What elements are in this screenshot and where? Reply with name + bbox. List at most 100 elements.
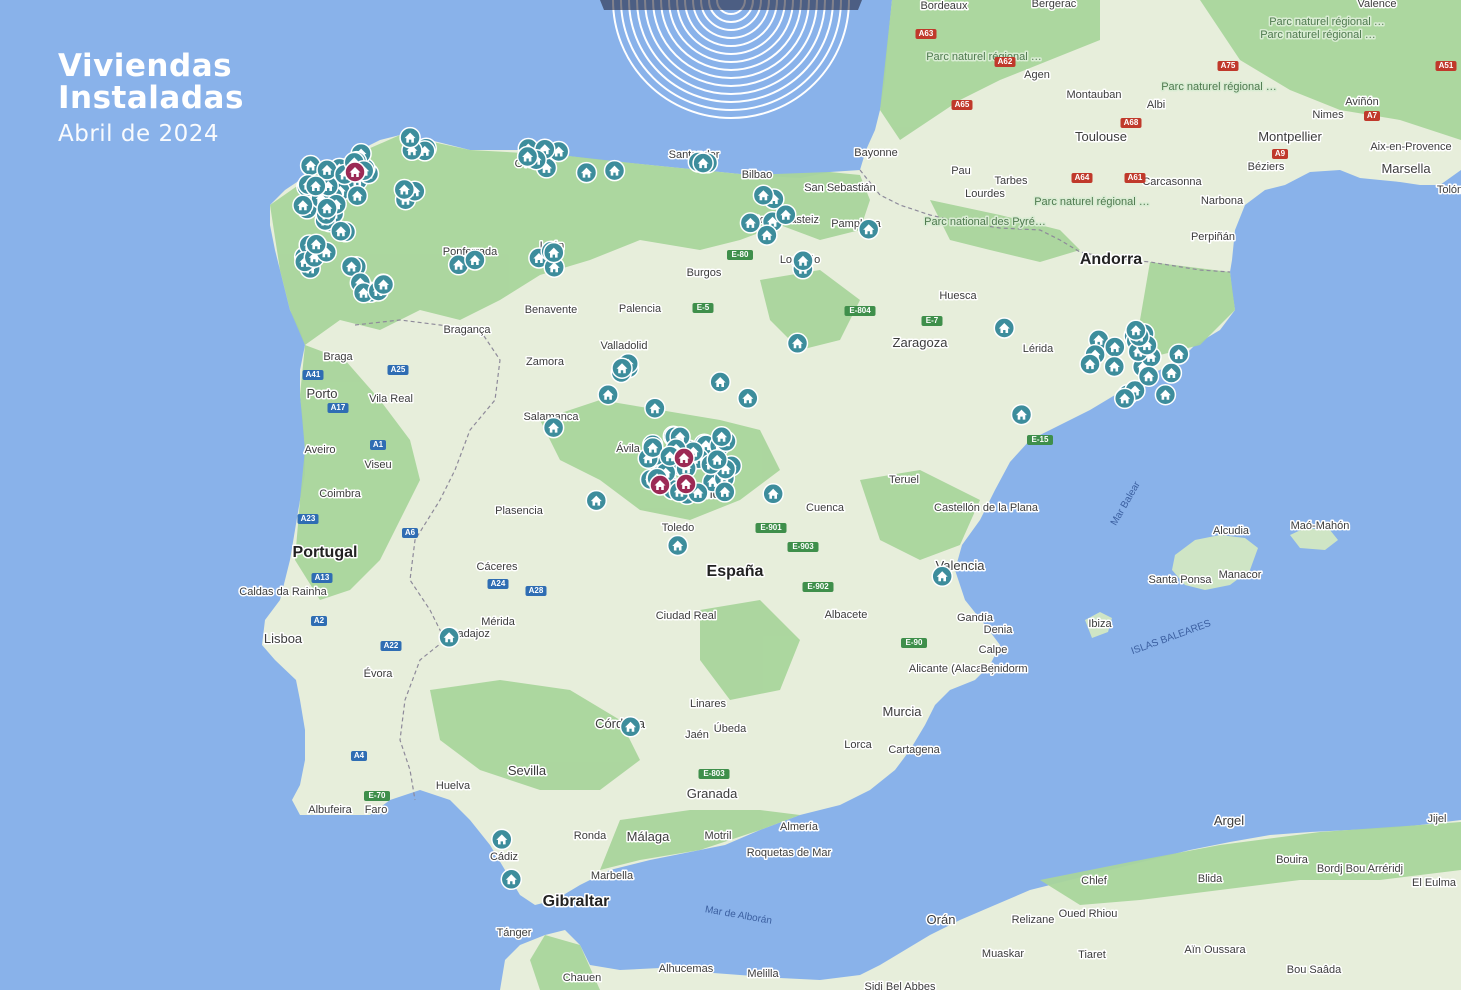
house-marker-icon[interactable] [619,716,642,738]
house-marker-icon[interactable] [372,273,395,296]
city-label: Bilbao [742,169,773,181]
park-label: Parc national des Pyré… [924,216,1046,228]
city-label: Oued Rhiou [1059,908,1118,920]
title-subtitle: Abril de 2024 [58,121,219,147]
road-label: A2 [314,616,325,625]
city-label: Braga [323,351,353,363]
city-label: Lisboa [264,631,303,646]
house-marker-icon[interactable] [739,212,762,234]
title-line-1: Viviendas [58,48,233,84]
house-marker-icon[interactable] [931,565,953,588]
city-label: Huelva [436,780,471,792]
house-marker-icon[interactable] [585,489,608,512]
city-label: Gandía [957,612,994,624]
house-marker-icon[interactable] [1104,336,1126,358]
road-label: A6 [405,528,416,537]
city-label: Teruel [889,474,919,486]
house-marker-icon[interactable] [316,197,338,220]
house-marker-icon[interactable] [464,249,486,271]
house-marker-icon[interactable] [786,332,809,355]
house-marker-icon[interactable] [675,473,697,495]
road-label: A41 [306,370,321,379]
city-label: Marbella [591,870,634,882]
city-label: Marsella [1381,161,1431,176]
house-marker-icon[interactable] [344,161,366,183]
house-marker-icon[interactable] [305,233,327,256]
city-label: Zaragoza [893,335,949,350]
house-marker-icon[interactable] [673,447,695,469]
house-marker-icon[interactable] [399,126,421,149]
city-label: Valladolid [601,340,648,352]
city-label: Tarbes [994,175,1028,187]
house-marker-icon[interactable] [706,448,728,471]
house-marker-icon[interactable] [1160,362,1183,384]
house-marker-icon[interactable] [438,626,460,649]
house-marker-icon[interactable] [1010,403,1033,426]
city-label: Faro [365,804,388,816]
house-marker-icon[interactable] [692,152,714,174]
road-label: A51 [1439,61,1454,70]
house-marker-icon[interactable] [666,534,689,557]
city-label: Huesca [939,290,977,302]
house-marker-icon[interactable] [346,184,369,207]
city-label: Muaskar [982,948,1025,960]
house-marker-icon[interactable] [516,145,539,168]
house-marker-icon[interactable] [792,249,814,272]
house-marker-icon[interactable] [575,161,598,184]
city-label: Argel [1214,813,1244,828]
city-label: Bordeaux [920,0,968,12]
city-label: Toledo [662,522,694,534]
house-marker-icon[interactable] [500,868,523,891]
house-marker-icon[interactable] [714,481,736,503]
country-label: Gibraltar [543,893,610,910]
city-label: Tánger [497,927,532,939]
house-marker-icon[interactable] [603,159,626,182]
house-marker-icon[interactable] [292,194,314,217]
house-marker-icon[interactable] [709,371,731,393]
house-marker-icon[interactable] [1125,319,1147,342]
house-marker-icon[interactable] [644,397,666,419]
house-marker-icon[interactable] [491,828,513,851]
city-label: El Eulma [1412,877,1457,889]
city-label: Lourdes [965,188,1005,200]
house-marker-icon[interactable] [1168,343,1190,365]
house-marker-icon[interactable] [305,175,327,197]
city-label: Aveiro [305,444,336,456]
city-label: Ciudad Real [656,610,717,622]
house-marker-icon[interactable] [611,357,633,379]
house-marker-icon[interactable] [1079,353,1101,375]
park-label: Parc naturel régional … [1260,29,1376,41]
house-marker-icon[interactable] [649,474,671,496]
road-label: A23 [301,514,316,523]
house-marker-icon[interactable] [756,224,778,246]
house-marker-icon[interactable] [1103,355,1126,378]
house-marker-icon[interactable] [737,387,759,410]
house-marker-icon[interactable] [857,218,880,240]
road-label: E-7 [926,316,939,325]
city-label: Perpiñán [1191,231,1235,243]
house-marker-icon[interactable] [1154,383,1177,406]
city-label: Lérida [1023,343,1054,355]
house-marker-icon[interactable] [752,184,775,206]
house-marker-icon[interactable] [710,425,733,448]
city-label: Benavente [525,304,578,316]
house-marker-icon[interactable] [330,220,352,242]
city-label: Aïn Oussara [1184,944,1246,956]
house-marker-icon[interactable] [1113,387,1136,410]
house-marker-icon[interactable] [393,178,416,201]
road-label: A68 [1124,118,1139,127]
house-marker-icon[interactable] [1137,365,1160,388]
city-label: Valence [1358,0,1397,10]
road-label: A9 [1275,149,1286,158]
city-label: Bouira [1276,854,1309,866]
house-marker-icon[interactable] [762,483,784,505]
house-marker-icon[interactable] [542,416,565,439]
house-marker-icon[interactable] [993,317,1016,339]
city-label: Narbona [1201,195,1244,207]
house-marker-icon[interactable] [543,241,565,264]
house-marker-icon[interactable] [775,203,797,226]
road-label: A63 [919,29,934,38]
house-marker-icon[interactable] [597,383,619,406]
city-label: Orán [927,912,956,927]
city-label: Carcasonna [1142,176,1202,188]
